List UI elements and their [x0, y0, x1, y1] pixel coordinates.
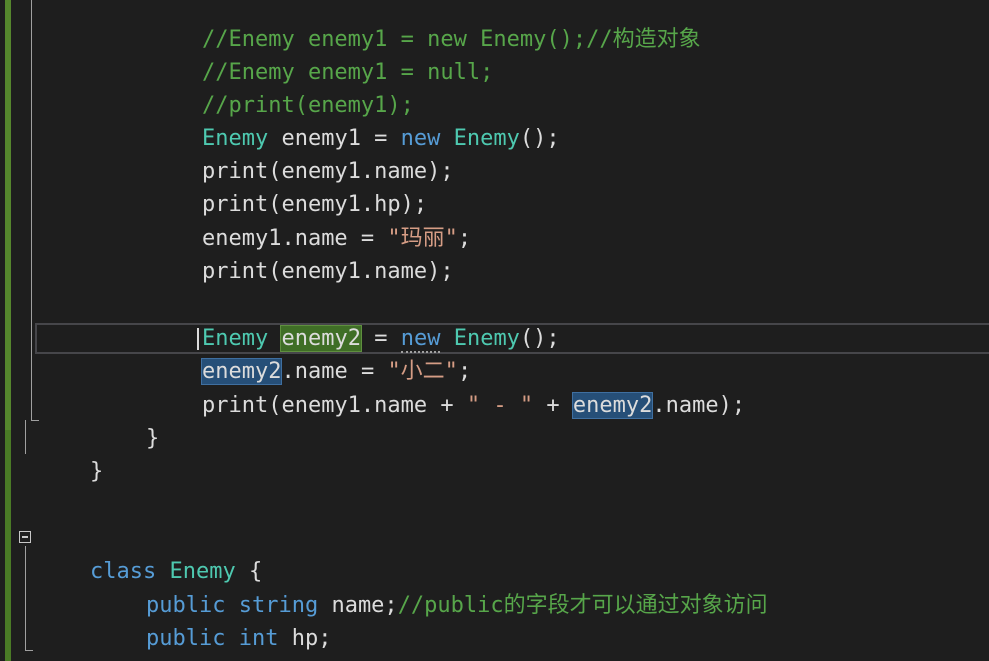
code-line-class-enemy[interactable]: class Enemy { — [37, 522, 262, 584]
closing-brace: } — [145, 426, 160, 451]
code-line-declare-enemy2[interactable]: Enemy enemy2 = new Enemy(); — [149, 289, 560, 353]
outline-guide-class-end — [25, 650, 33, 651]
change-bar-bottom — [5, 430, 11, 661]
keyword-int: int — [238, 626, 279, 651]
code-line-declare-enemy1[interactable]: Enemy enemy1 = new Enemy(); — [149, 89, 560, 151]
code-line-print-name-2[interactable]: print(enemy1.name); — [149, 222, 454, 284]
closing-brace: } — [89, 459, 104, 484]
code-line-assign-name[interactable]: enemy1.name = "玛丽"; — [149, 189, 471, 251]
code-editor[interactable]: //Enemy enemy1 = new Enemy();//构造对象 //En… — [0, 0, 989, 661]
code-text: + — [533, 393, 573, 418]
collapse-minus-icon[interactable] — [19, 531, 31, 543]
outline-guide-method — [31, 0, 32, 420]
code-text: print(enemy1.name); — [201, 259, 454, 284]
change-bar-top — [5, 0, 11, 430]
code-text: print(enemy1.name + — [201, 393, 467, 418]
code-text: hp; — [278, 626, 332, 651]
code-line-class-enemy-close[interactable]: } — [37, 622, 103, 661]
code-line-class-close[interactable]: } — [37, 422, 103, 484]
outline-guide-class-outer — [25, 420, 26, 454]
code-line-method-close[interactable]: } — [93, 389, 159, 451]
code-line-field-name[interactable]: public string name;//public的字段才可以通过对象访问 — [93, 556, 768, 618]
code-line-comment-null[interactable]: //Enemy enemy1 = null; — [149, 23, 493, 85]
comment-text: //public的字段才可以通过对象访问 — [397, 593, 768, 618]
code-text: ; — [457, 226, 472, 251]
outline-guide-method-end — [31, 420, 39, 421]
outline-guide-class — [25, 546, 26, 650]
code-text: .name); — [652, 393, 746, 418]
text-cursor — [197, 328, 199, 350]
code-line-print-name[interactable]: print(enemy1.name); — [149, 122, 454, 184]
type-name: Enemy — [453, 126, 520, 151]
string-literal: " - " — [466, 393, 534, 418]
code-line-field-hp[interactable]: public int hp; — [93, 589, 331, 651]
highlighted-reference-enemy2[interactable]: enemy2 — [571, 392, 654, 419]
code-line-comment-print[interactable]: //print(enemy1); — [149, 56, 414, 118]
code-line-comment-constructor[interactable]: //Enemy enemy1 = new Enemy();//构造对象 — [149, 0, 701, 52]
code-line-print-both[interactable]: print(enemy1.name + " - " + enemy2.name)… — [149, 356, 745, 419]
keyword-public: public — [145, 626, 226, 651]
code-text: (); — [519, 126, 560, 151]
code-line-print-hp[interactable]: print(enemy1.hp); — [149, 155, 427, 217]
code-text: (); — [519, 326, 560, 351]
